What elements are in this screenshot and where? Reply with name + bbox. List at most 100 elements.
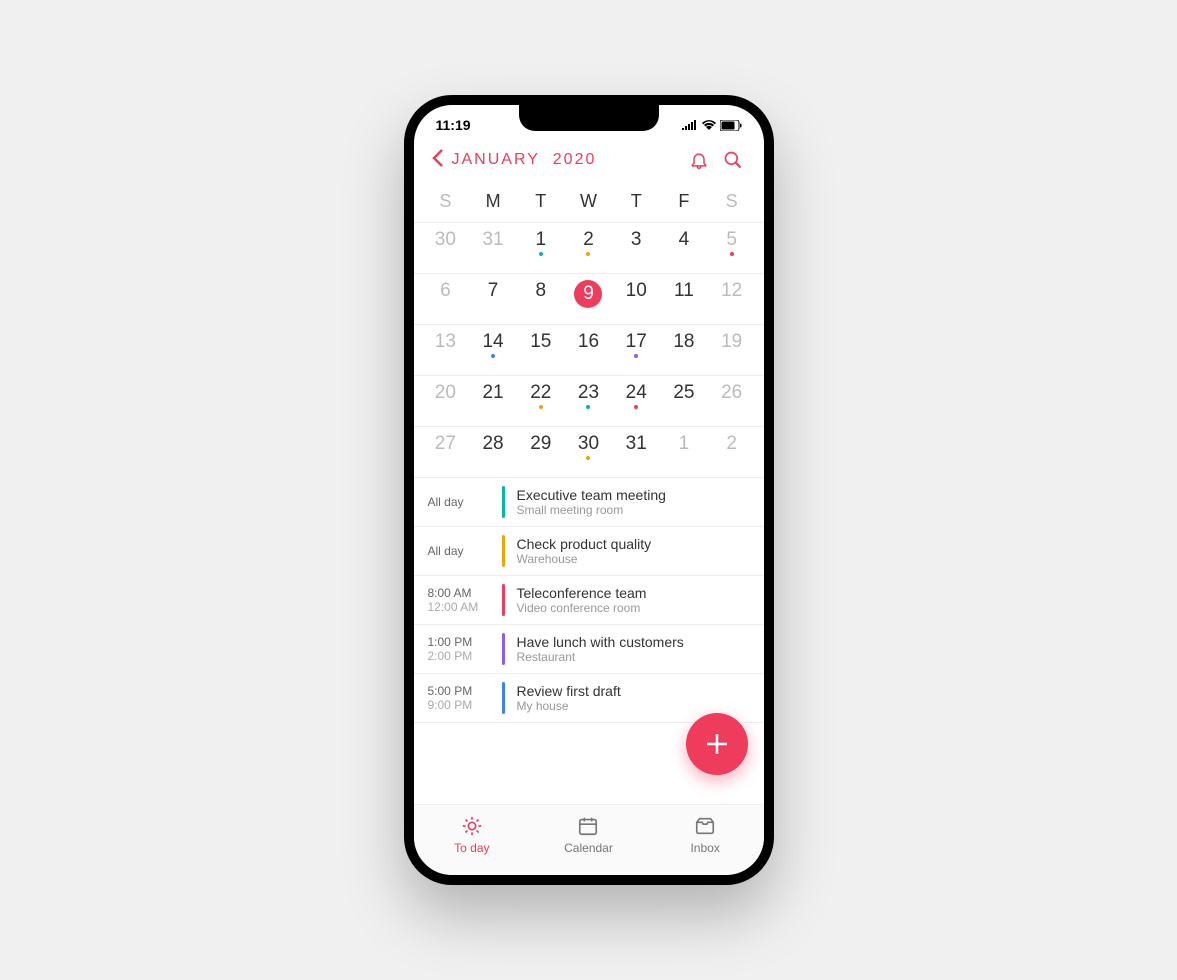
tab-calendar[interactable]: Calendar [530,815,647,855]
day-cell[interactable]: 2 [565,229,613,267]
day-cell[interactable]: 10 [612,280,660,318]
event-location: Video conference room [517,601,750,615]
event-dot [586,456,590,460]
day-cell[interactable]: 5 [708,229,756,267]
event-content: Review first draftMy house [517,683,750,713]
day-cell[interactable]: 26 [708,382,756,420]
day-cell[interactable]: 24 [612,382,660,420]
day-number: 30 [578,433,599,455]
day-cell[interactable]: 18 [660,331,708,369]
day-number: 5 [726,229,737,251]
day-cell[interactable]: 7 [469,280,517,318]
day-cell[interactable]: 11 [660,280,708,318]
day-number: 31 [482,229,503,251]
search-button[interactable] [720,147,746,173]
day-number: 8 [535,280,546,302]
battery-icon [720,120,742,131]
event-location: My house [517,699,750,713]
year-text: 2020 [553,151,597,168]
day-cell[interactable]: 1 [517,229,565,267]
day-cell[interactable]: 25 [660,382,708,420]
weekday-label: S [422,191,470,212]
day-number: 30 [435,229,456,251]
day-cell[interactable]: 30 [565,433,613,471]
calendar-row: 30 31 12345 [414,223,764,274]
event-row[interactable]: 1:00 PM2:00 PMHave lunch with customersR… [414,625,764,674]
event-content: Teleconference teamVideo conference room [517,585,750,615]
signal-icon [682,120,698,130]
notch [519,105,659,131]
day-number: 25 [673,382,694,404]
day-cell[interactable]: 9 [565,280,613,318]
day-cell[interactable]: 1 [660,433,708,471]
notifications-button[interactable] [686,147,712,173]
day-cell[interactable]: 27 [422,433,470,471]
day-cell[interactable]: 28 [469,433,517,471]
day-number: 1 [535,229,546,251]
day-cell[interactable]: 6 [422,280,470,318]
day-number: 3 [631,229,642,251]
day-number: 11 [674,280,694,302]
bell-icon [689,150,709,170]
month-text: JANUARY [452,151,540,168]
event-time: 8:00 AM12:00 AM [428,586,502,614]
day-cell[interactable]: 3 [612,229,660,267]
day-cell[interactable]: 30 [422,229,470,267]
month-label[interactable]: JANUARY 2020 [452,151,597,169]
day-cell[interactable]: 16 [565,331,613,369]
day-cell[interactable]: 13 [422,331,470,369]
event-row[interactable]: All dayExecutive team meetingSmall meeti… [414,478,764,527]
day-number: 22 [530,382,551,404]
event-dot [586,252,590,256]
event-time: All day [428,495,502,509]
day-cell[interactable]: 31 [612,433,660,471]
search-icon [723,150,743,170]
day-number: 29 [530,433,551,455]
calendar-row: 2728 29 30 31 12 [414,427,764,478]
add-event-button[interactable] [686,713,748,775]
day-number: 7 [488,280,499,302]
day-cell[interactable]: 8 [517,280,565,318]
day-cell[interactable]: 31 [469,229,517,267]
event-color-bar [502,584,505,616]
day-number: 21 [482,382,503,404]
day-cell[interactable]: 23 [565,382,613,420]
event-title: Check product quality [517,536,750,552]
day-number: 19 [721,331,742,353]
back-button[interactable] [432,147,444,173]
day-cell[interactable]: 2 [708,433,756,471]
weekday-label: W [565,191,613,212]
event-row[interactable]: 8:00 AM12:00 AM Teleconference teamVideo … [414,576,764,625]
weekday-label: T [517,191,565,212]
phone-frame: 11:19 JANUARY 2020 SMTWTFS 3031123 [404,95,774,885]
day-number: 31 [626,433,647,455]
day-cell[interactable]: 15 [517,331,565,369]
wifi-icon [702,120,716,130]
day-cell[interactable]: 20 [422,382,470,420]
phone-screen: 11:19 JANUARY 2020 SMTWTFS 3031123 [414,105,764,875]
tab-inbox[interactable]: Inbox [647,815,764,855]
day-number: 23 [578,382,599,404]
event-row[interactable]: All dayCheck product qualityWarehouse [414,527,764,576]
tab-label: Calendar [564,841,613,855]
day-number: 16 [578,331,599,353]
day-cell[interactable]: 4 [660,229,708,267]
tab-bar: To day Calendar Inbox [414,804,764,875]
day-cell[interactable]: 29 [517,433,565,471]
calendar-row: 20 21 22 23 24 25 26 [414,376,764,427]
day-number: 17 [626,331,647,353]
day-number: 10 [626,280,647,302]
day-cell[interactable]: 21 [469,382,517,420]
day-cell[interactable]: 17 [612,331,660,369]
day-cell[interactable]: 12 [708,280,756,318]
day-cell[interactable]: 19 [708,331,756,369]
day-cell[interactable]: 14 [469,331,517,369]
tab-to-day[interactable]: To day [414,815,531,855]
event-color-bar [502,682,505,714]
status-time: 11:19 [436,117,471,133]
calendar-row: 6 7 89 10 11 12 [414,274,764,325]
day-number: 6 [440,280,451,302]
weekday-label: T [612,191,660,212]
event-dot [634,405,638,409]
day-cell[interactable]: 22 [517,382,565,420]
